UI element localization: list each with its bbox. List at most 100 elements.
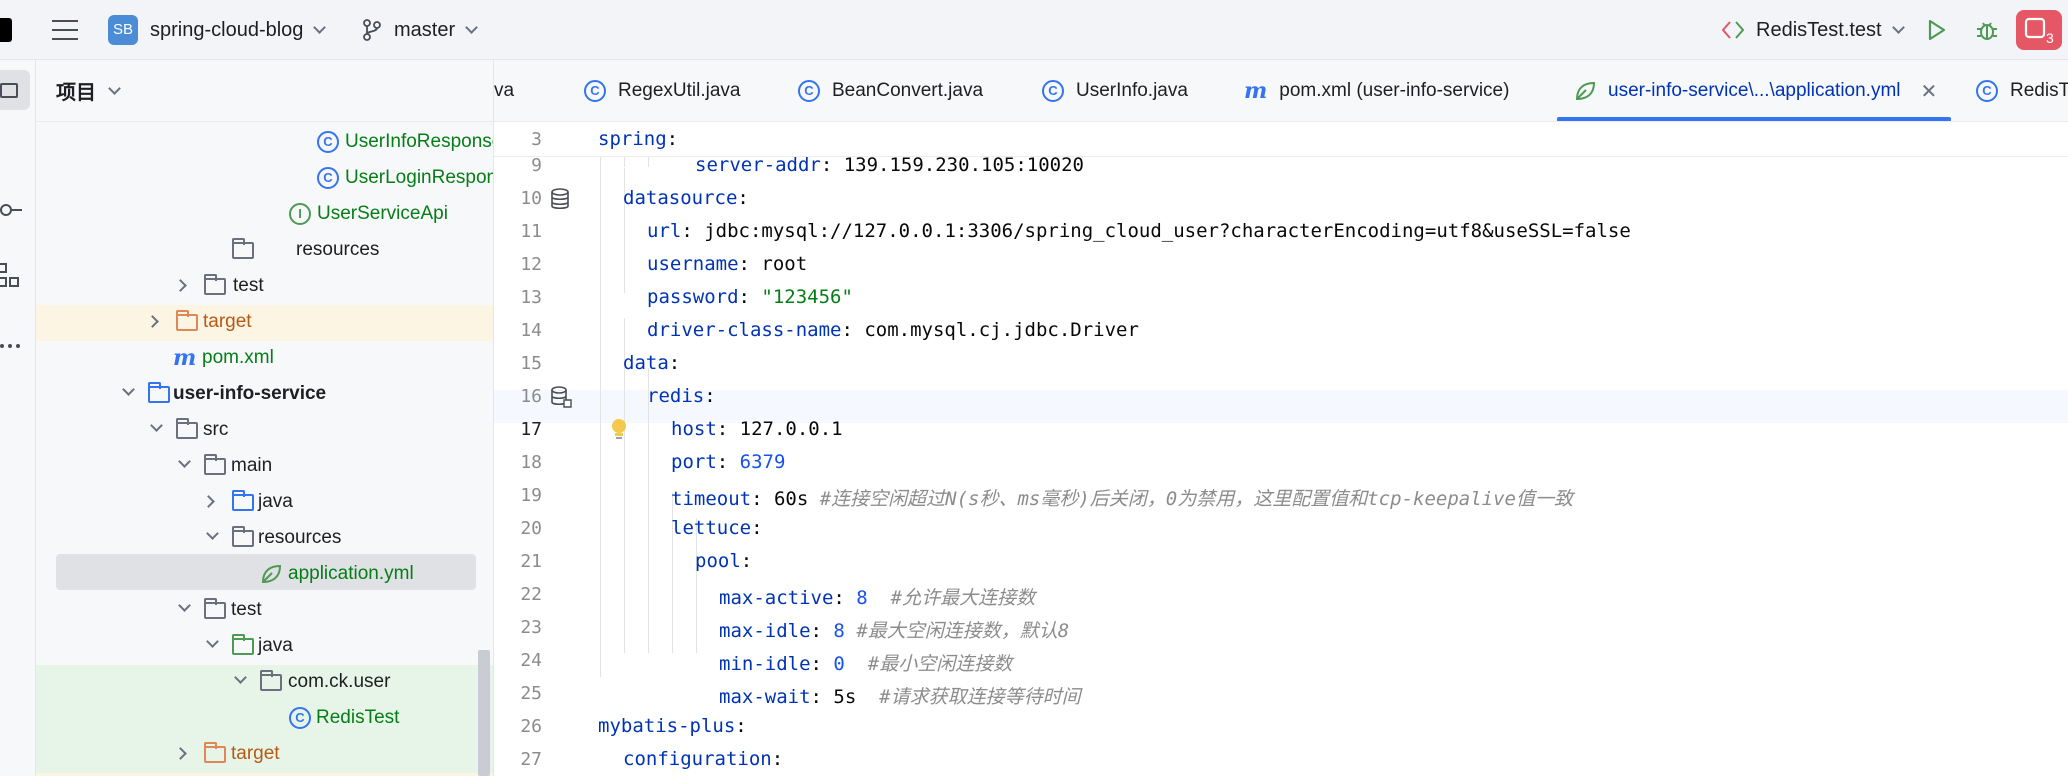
- tree-item[interactable]: m pom.xml: [36, 340, 493, 376]
- code-line-row: 20 lettuce:: [494, 513, 2068, 546]
- chevron-down-icon[interactable]: [150, 419, 163, 432]
- tab-redistest[interactable]: C RedisTe: [1976, 60, 2068, 121]
- tree-item[interactable]: C UserLoginRespon: [36, 160, 494, 196]
- line-number: 21: [520, 551, 542, 572]
- folder-icon: [204, 598, 226, 621]
- chevron-down-icon: [1891, 21, 1905, 34]
- line-number: 24: [520, 650, 542, 671]
- line-number: 20: [520, 518, 542, 539]
- tree-item[interactable]: target: [36, 736, 493, 772]
- excluded-folder-icon: [204, 742, 226, 765]
- tab-userinfo[interactable]: C UserInfo.java: [1042, 60, 1188, 121]
- tree-item[interactable]: test: [36, 592, 493, 628]
- lightbulb-icon[interactable]: [610, 418, 628, 442]
- code-line-row: 16 redis:: [494, 381, 2068, 414]
- stop-icon: 3: [2024, 17, 2054, 46]
- tree-item[interactable]: resources: [36, 520, 493, 556]
- chevron-down-icon[interactable]: [178, 599, 191, 612]
- code-line: spring:: [598, 128, 679, 150]
- run-config-name: RedisTest.test: [1756, 18, 1882, 41]
- line-number: 18: [520, 452, 542, 473]
- redis-gutter-icon[interactable]: [550, 386, 572, 408]
- tree-item[interactable]: java: [36, 484, 493, 520]
- code-line-row: 12 username: root: [494, 249, 2068, 282]
- close-tab-icon[interactable]: ✕: [1921, 79, 1938, 104]
- chevron-down-icon: [465, 21, 478, 34]
- code-line: lettuce:: [671, 517, 763, 539]
- chevron-down-icon[interactable]: [122, 383, 135, 396]
- project-selector[interactable]: SB spring-cloud-blog: [108, 0, 327, 60]
- chevron-down-icon[interactable]: [206, 635, 219, 648]
- line-number: 13: [520, 287, 542, 308]
- code-line: configuration:: [623, 748, 784, 770]
- title-bar: SB spring-cloud-blog master RedisTest.te…: [0, 0, 2068, 60]
- code-line-row: 21 pool:: [494, 546, 2068, 579]
- app-logo-icon[interactable]: [0, 18, 12, 42]
- tree-item[interactable]: target: [36, 304, 493, 340]
- chevron-right-icon[interactable]: [146, 315, 159, 328]
- chevron-right-icon[interactable]: [174, 279, 187, 292]
- chevron-down-icon: [108, 81, 121, 95]
- tab-application-yml[interactable]: user-info-service\...\application.yml ✕: [1574, 60, 1938, 121]
- tree-item[interactable]: src: [36, 412, 493, 448]
- project-panel: 项目 C UserInfoResponse C UserLoginRespon …: [36, 60, 494, 776]
- code-line: data:: [623, 352, 681, 374]
- tab-beanconvert[interactable]: C BeanConvert.java: [798, 60, 983, 121]
- test-config-icon: [1721, 21, 1745, 39]
- run-configuration-selector[interactable]: RedisTest.test: [1720, 0, 1905, 60]
- folder-icon: [0, 83, 18, 98]
- code-line: datasource:: [623, 187, 749, 209]
- branch-name: master: [394, 18, 456, 41]
- main-menu-icon[interactable]: [52, 19, 78, 41]
- editor-tabs: va C RegexUtil.java C BeanConvert.java C…: [494, 60, 2068, 122]
- resources-folder-icon: [232, 238, 254, 261]
- tree-item[interactable]: I UserServiceApi: [36, 196, 493, 232]
- more-tools-icon[interactable]: [0, 338, 22, 348]
- tree-item[interactable]: user-info-service: [36, 376, 493, 412]
- chevron-right-icon[interactable]: [202, 495, 215, 508]
- tree-item[interactable]: java: [36, 628, 493, 664]
- project-tool-button[interactable]: [0, 70, 30, 110]
- run-button[interactable]: [1924, 18, 1948, 42]
- stop-button[interactable]: 3: [2016, 10, 2062, 50]
- tab-partial-java[interactable]: va: [494, 60, 514, 121]
- excluded-folder-icon: [176, 310, 198, 333]
- chevron-right-icon[interactable]: [174, 747, 187, 760]
- commit-icon: [0, 204, 22, 216]
- branch-selector[interactable]: master: [362, 0, 478, 60]
- tree-item-label: java: [258, 491, 293, 512]
- tree-item[interactable]: C UserInfoResponse: [36, 124, 493, 160]
- datasource-gutter-icon[interactable]: [550, 188, 570, 210]
- line-number: 14: [520, 320, 542, 341]
- tab-regexutil[interactable]: C RegexUtil.java: [584, 60, 741, 121]
- structure-tool-button[interactable]: [0, 262, 20, 288]
- chevron-down-icon[interactable]: [234, 671, 247, 684]
- line-number: 9: [531, 155, 542, 176]
- chevron-down-icon[interactable]: [178, 455, 191, 468]
- code-editor[interactable]: 3 spring: 9 server-addr: 139.159.230.105…: [494, 122, 2068, 776]
- line-number: 3: [531, 129, 542, 150]
- tree-item[interactable]: test: [36, 268, 493, 304]
- chevron-down-icon[interactable]: [206, 527, 219, 540]
- tree-item-label: test: [231, 599, 262, 620]
- tree-item[interactable]: com.ck.user: [36, 664, 493, 700]
- folder-icon: [204, 274, 226, 297]
- tree-item[interactable]: resources: [36, 232, 493, 268]
- tree-item[interactable]: main: [36, 448, 493, 484]
- line-number: 15: [520, 353, 542, 374]
- code-line: pool:: [695, 550, 753, 572]
- tree-item[interactable]: C RedisTest: [36, 700, 493, 736]
- project-panel-header[interactable]: 项目: [36, 60, 493, 122]
- code-line-row: 22 max-active: 8 #允许最大连接数: [494, 579, 2068, 612]
- module-folder-icon: [148, 382, 170, 405]
- structure-icon: [0, 263, 19, 287]
- code-line-row: 26 mybatis-plus:: [494, 711, 2068, 744]
- line-number: 11: [520, 221, 542, 242]
- code-line-row: 15 data:: [494, 348, 2068, 381]
- tree-item[interactable]: application.yml: [36, 556, 493, 592]
- tree-item-label: UserLoginRespon: [345, 167, 494, 188]
- debug-button[interactable]: [1974, 17, 2000, 43]
- commit-tool-button[interactable]: [0, 200, 22, 220]
- interface-icon: I: [289, 203, 311, 225]
- tab-pom-xml[interactable]: m pom.xml (user-info-service): [1244, 60, 1509, 121]
